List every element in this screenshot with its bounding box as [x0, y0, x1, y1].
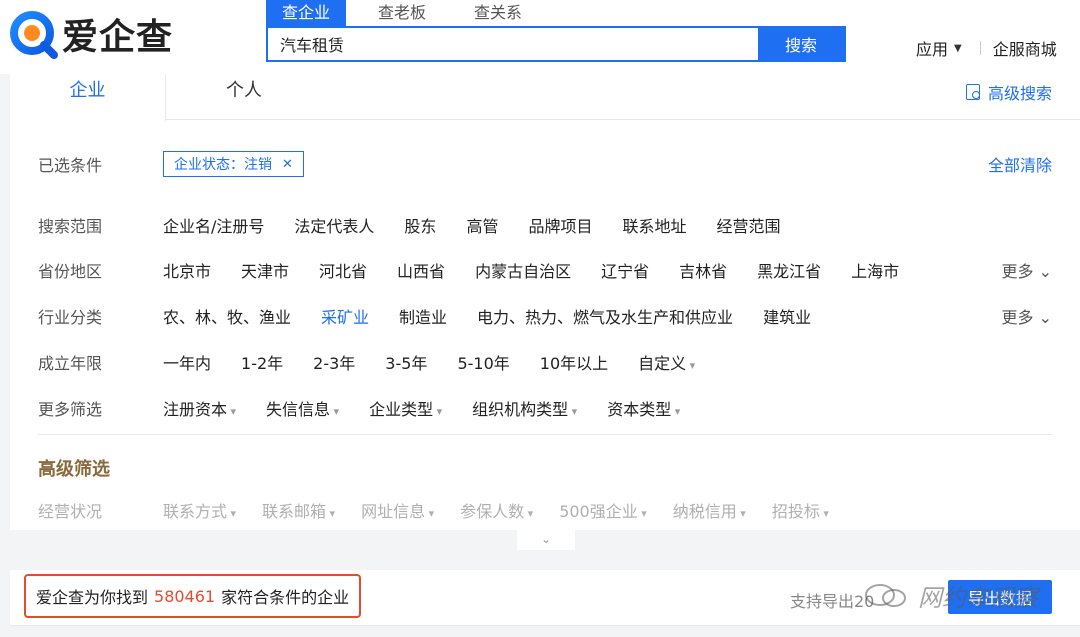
filter-dropdown[interactable]: 失信信息 [266, 396, 339, 420]
filter-option[interactable]: 制造业 [399, 304, 447, 328]
advanced-search-icon [965, 84, 980, 100]
header-nav: 应用 ▼ 企服商城 [916, 36, 1057, 60]
advanced-filter-row: 经营状况 联系方式 联系邮箱 网址信息 参保人数 500强企业 纳税信用 招投标 [38, 498, 855, 522]
chip-label: 企业状态：注销 [174, 157, 272, 173]
search-type-tabs: 查企业 查老板 查关系 [266, 0, 554, 26]
close-icon[interactable]: ✕ [282, 157, 293, 172]
expand-filters-button[interactable]: ⌄ [517, 530, 575, 550]
advanced-search-label: 高级搜索 [987, 84, 1052, 103]
filter-option[interactable]: 吉林省 [679, 258, 727, 282]
mall-link[interactable]: 企服商城 [993, 36, 1057, 60]
filter-row-scope: 搜索范围 企业名/注册号 法定代表人 股东 高管 品牌项目 联系地址 经营范围 [38, 213, 811, 237]
logo-text: 爱企查 [62, 17, 174, 58]
filter-option[interactable]: 建筑业 [763, 304, 811, 328]
filter-option[interactable]: 品牌项目 [528, 213, 592, 237]
filter-dropdown[interactable]: 招投标 [772, 498, 829, 522]
row-label: 省份地区 [38, 262, 103, 281]
clear-all-link[interactable]: 全部清除 [988, 152, 1052, 176]
filter-dropdown[interactable]: 资本类型 [607, 396, 680, 420]
logo[interactable]: 爱企查 [8, 8, 173, 60]
row-label: 搜索范围 [38, 217, 103, 236]
divider [38, 434, 1052, 435]
filter-row-years: 成立年限 一年内 1-2年 2-3年 3-5年 5-10年 10年以上 自定义 [38, 350, 725, 374]
filter-row-industry: 行业分类 农、林、牧、渔业 采矿业 制造业 电力、热力、燃气及水生产和供应业 建… [38, 304, 841, 328]
filter-option[interactable]: 黑龙江省 [757, 258, 821, 282]
more-label: 更多 [1001, 308, 1034, 327]
tab-relation[interactable]: 查关系 [458, 0, 538, 26]
filter-dropdown[interactable]: 组织机构类型 [472, 396, 577, 420]
search-button[interactable]: 搜索 [758, 28, 844, 60]
filter-option[interactable]: 北京市 [163, 258, 211, 282]
result-count-text: 爱企查为你找到 580461 家符合条件的企业 [24, 574, 362, 618]
filter-option[interactable]: 2-3年 [313, 350, 355, 374]
more-label: 更多 [1001, 262, 1034, 281]
condition-chip[interactable]: 企业状态：注销 ✕ [163, 151, 304, 177]
filter-row-region: 省份地区 北京市 天津市 河北省 山西省 内蒙古自治区 辽宁省 吉林省 黑龙江省… [38, 258, 929, 282]
top-header: 爱企查 查企业 查老板 查关系 搜索 应用 ▼ 企服商城 [0, 0, 1080, 74]
filter-option[interactable]: 法定代表人 [294, 213, 374, 237]
row-label: 已选条件 [38, 156, 103, 175]
filter-option[interactable]: 电力、热力、燃气及水生产和供应业 [477, 304, 733, 328]
tab-person[interactable]: 个人 [166, 74, 322, 121]
custom-range-dropdown[interactable]: 自定义 [638, 350, 695, 374]
filter-dropdown[interactable]: 500强企业 [559, 498, 647, 522]
chevron-down-icon: ⌄ [1038, 308, 1052, 327]
search-input[interactable] [268, 28, 758, 60]
row-label: 成立年限 [38, 354, 103, 373]
filter-dropdown[interactable]: 企业类型 [369, 396, 442, 420]
row-label: 经营状况 [38, 502, 103, 521]
filter-option[interactable]: 一年内 [163, 350, 211, 374]
apps-menu[interactable]: 应用 [916, 36, 948, 60]
filter-dropdown[interactable]: 联系方式 [163, 498, 236, 522]
filter-option[interactable]: 企业名/注册号 [163, 213, 264, 237]
tab-company[interactable]: 查企业 [266, 0, 347, 26]
selected-conditions-row: 已选条件 企业状态：注销 ✕ [38, 151, 304, 177]
filter-option[interactable]: 股东 [404, 213, 436, 237]
wechat-icon [862, 583, 910, 609]
filter-dropdown[interactable]: 注册资本 [163, 396, 236, 420]
filter-option[interactable]: 3-5年 [385, 350, 427, 374]
watermark-text: 网约车观察 [918, 584, 1038, 612]
filter-option[interactable]: 山西省 [397, 258, 445, 282]
filter-option[interactable]: 上海市 [851, 258, 899, 282]
filter-option[interactable]: 1-2年 [241, 350, 283, 374]
filter-panel: 企业 个人 高级搜索 已选条件 企业状态：注销 ✕ 全部清除 搜索范围 企业名/… [10, 74, 1080, 530]
filter-dropdown[interactable]: 网址信息 [361, 498, 434, 522]
filter-option[interactable]: 经营范围 [716, 213, 780, 237]
tab-boss[interactable]: 查老板 [362, 0, 442, 26]
advanced-filter-title: 高级筛选 [38, 459, 110, 480]
filter-option-selected[interactable]: 采矿业 [321, 304, 369, 328]
filter-row-more: 更多筛选 注册资本 失信信息 企业类型 组织机构类型 资本类型 [38, 396, 710, 420]
more-industries-button[interactable]: 更多 ⌄ [1001, 304, 1052, 328]
more-regions-button[interactable]: 更多 ⌄ [1001, 258, 1052, 282]
filter-option[interactable]: 高管 [466, 213, 498, 237]
row-label: 更多筛选 [38, 400, 103, 419]
filter-option[interactable]: 河北省 [319, 258, 367, 282]
result-suffix: 家符合条件的企业 [221, 588, 350, 607]
chevron-down-icon: ⌄ [540, 532, 552, 546]
filter-option[interactable]: 农、林、牧、渔业 [163, 304, 291, 328]
filter-option[interactable]: 辽宁省 [601, 258, 649, 282]
logo-icon [8, 9, 58, 59]
filter-dropdown[interactable]: 纳税信用 [673, 498, 746, 522]
filter-option[interactable]: 10年以上 [540, 350, 608, 374]
search-box: 搜索 [266, 26, 846, 62]
chevron-down-icon: ⌄ [1038, 262, 1052, 281]
result-prefix: 爱企查为你找到 [36, 588, 149, 607]
caret-down-icon: ▼ [954, 42, 962, 54]
row-label: 行业分类 [38, 308, 103, 327]
filter-option[interactable]: 5-10年 [457, 350, 509, 374]
filter-option[interactable]: 内蒙古自治区 [475, 258, 571, 282]
filter-dropdown[interactable]: 联系邮箱 [262, 498, 335, 522]
advanced-search-link[interactable]: 高级搜索 [965, 80, 1052, 104]
filter-dropdown[interactable]: 参保人数 [460, 498, 533, 522]
watermark: 网约车观察 [862, 578, 1038, 613]
tab-enterprise[interactable]: 企业 [10, 74, 166, 121]
result-count: 580461 [154, 586, 216, 606]
filter-option[interactable]: 联系地址 [622, 213, 686, 237]
entity-type-tabs: 企业 个人 高级搜索 [10, 74, 1080, 121]
filter-option[interactable]: 天津市 [241, 258, 289, 282]
divider [979, 41, 981, 55]
